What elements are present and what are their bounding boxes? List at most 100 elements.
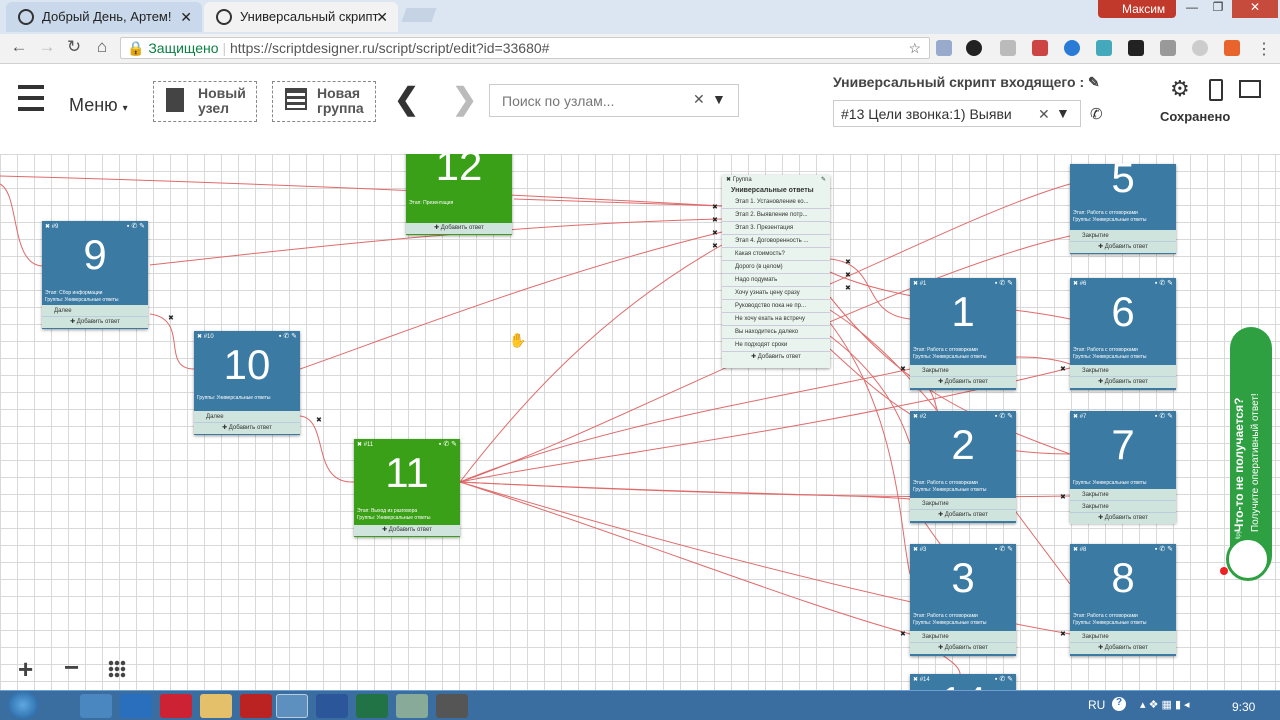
reload-icon[interactable]: ↻ xyxy=(63,37,85,57)
script-node[interactable]: ✖ #1 ▪ ✆ ✎ 1 Этап: Работа с отговорками Г… xyxy=(910,278,1016,390)
script-node[interactable]: ✖ #3 ▪ ✆ ✎ 3 Этап: Работа с отговорками Г… xyxy=(910,544,1016,656)
add-answer-button[interactable]: ✚ Добавить ответ xyxy=(1070,242,1176,253)
node-tools[interactable]: ▪ ✆ ✎ xyxy=(439,440,457,448)
hamburger-icon[interactable] xyxy=(18,85,44,111)
node-tools[interactable]: ▪ ✆ ✎ xyxy=(1155,279,1173,287)
browser-tab[interactable]: Добрый День, Артем! ✕ xyxy=(6,2,202,32)
browser-menu-icon[interactable]: ⋮ xyxy=(1256,39,1272,59)
ie-icon[interactable] xyxy=(120,694,152,718)
extension-icon[interactable] xyxy=(1192,40,1208,56)
excel-icon[interactable] xyxy=(356,694,388,718)
back-icon[interactable]: ← xyxy=(8,37,30,57)
answer-item[interactable]: Закрытие xyxy=(1070,501,1176,513)
answer-item[interactable]: Далее xyxy=(42,305,148,317)
help-icon[interactable]: ? xyxy=(1112,697,1126,711)
answer-item[interactable]: Закрытие xyxy=(1070,631,1176,643)
url-field[interactable]: 🔒 Защищено | https://scriptdesigner.ru/s… xyxy=(120,37,930,59)
answer-item[interactable]: Далее xyxy=(194,411,300,423)
menu-button[interactable]: Меню ▾ xyxy=(69,95,128,116)
answer-item[interactable]: Закрытие xyxy=(1070,489,1176,501)
forward-icon[interactable]: → xyxy=(36,37,58,57)
clear-icon[interactable]: ✕ xyxy=(1038,106,1050,123)
taskbar-app-icon[interactable] xyxy=(80,694,112,718)
clear-icon[interactable]: ✕ xyxy=(693,91,705,108)
script-canvas[interactable]: ✖ ✖ ✖ ✖ ✖ ✖ ✖ ✖ ✖ ✖ ✖ ✖ ✖ ✖ 12 Этап: Пре… xyxy=(0,154,1280,690)
caret-down-icon[interactable]: ▼ xyxy=(1056,105,1070,121)
answer-item[interactable]: Закрытие xyxy=(910,365,1016,377)
group-item[interactable]: Дорого (в целом) xyxy=(722,261,830,274)
zoom-out-icon[interactable]: − xyxy=(64,652,79,683)
group-box[interactable]: ✖ Группа ✎ Универсальные ответы Этап 1. У… xyxy=(722,175,830,368)
script-node[interactable]: ✖ #9 ▪ ✆ ✎ 9 Этап: Сбор информации Группы… xyxy=(42,221,148,329)
answer-item[interactable]: Закрытие xyxy=(910,631,1016,643)
home-icon[interactable]: ⌂ xyxy=(91,37,113,57)
answer-item[interactable]: Закрытие xyxy=(1070,230,1176,242)
node-tools[interactable]: ▪ ✆ ✎ xyxy=(995,279,1013,287)
script-node[interactable]: ✖ #14 ▪ ✆ ✎ 14 xyxy=(910,674,1016,690)
phone-icon[interactable]: ✆ xyxy=(1090,105,1103,123)
maximize-button[interactable]: ❐ xyxy=(1206,0,1230,18)
forward-arrow-icon[interactable]: ❯ xyxy=(452,82,477,117)
close-icon[interactable]: ✕ xyxy=(180,9,192,26)
add-answer-button[interactable]: ✚ Добавить ответ xyxy=(42,317,148,328)
new-group-button[interactable]: Новая группа xyxy=(272,81,376,122)
zoom-in-icon[interactable]: + xyxy=(18,654,33,685)
gear-icon[interactable]: ⚙ xyxy=(1170,76,1190,102)
group-item[interactable]: Какая стоимость? xyxy=(722,248,830,261)
extension-icon[interactable] xyxy=(1064,40,1080,56)
node-tools[interactable]: ▪ ✆ ✎ xyxy=(995,545,1013,553)
group-item[interactable]: Руководство пока не пр... xyxy=(722,300,830,313)
node-tools[interactable]: ▪ ✆ ✎ xyxy=(995,412,1013,420)
clock[interactable]: 9:30 xyxy=(1232,700,1255,714)
group-item[interactable]: Этап 4. Договоренность ... xyxy=(722,235,830,248)
close-window-button[interactable]: ✕ xyxy=(1232,0,1278,18)
new-node-button[interactable]: Новый узел xyxy=(153,81,257,122)
star-icon[interactable]: ☆ xyxy=(908,40,921,57)
node-tools[interactable]: ▪ ✆ ✎ xyxy=(279,332,297,340)
script-node[interactable]: ✖ #7 ▪ ✆ ✎ 7 Группы: Универсальные ответ… xyxy=(1070,411,1176,524)
script-node[interactable]: ✖ #10 ▪ ✆ ✎ 10 Группы: Универсальные отв… xyxy=(194,331,300,435)
script-node[interactable]: ✖ #11 ▪ ✆ ✎ 11 Этап: Выход из разговора Г… xyxy=(354,439,460,537)
grid-icon[interactable] xyxy=(108,660,126,678)
extension-icon[interactable] xyxy=(1000,40,1016,56)
group-item[interactable]: Этап 1. Установление ко... xyxy=(722,196,830,209)
support-widget[interactable]: Callpy Что-то не получается? Получите оп… xyxy=(1226,327,1272,581)
group-item[interactable]: Хочу узнать цену сразу xyxy=(722,287,830,300)
answer-item[interactable]: Закрытие xyxy=(910,498,1016,510)
back-arrow-icon[interactable]: ❮ xyxy=(394,82,419,117)
add-answer-button[interactable]: ✚ Добавить ответ xyxy=(1070,377,1176,388)
folder-icon[interactable] xyxy=(200,694,232,718)
node-tools[interactable]: ▪ ✆ ✎ xyxy=(1155,412,1173,420)
group-item[interactable]: Надо подумать xyxy=(722,274,830,287)
skype-icon[interactable] xyxy=(936,40,952,56)
start-button[interactable] xyxy=(8,691,38,719)
add-answer-button[interactable]: ✚ Добавить ответ xyxy=(910,643,1016,654)
pocket-icon[interactable] xyxy=(1032,40,1048,56)
script-node[interactable]: ✖ #6 ▪ ✆ ✎ 6 Этап: Работа с отговорками Г… xyxy=(1070,278,1176,390)
answer-item[interactable]: Закрытие xyxy=(1070,365,1176,377)
profile-button[interactable]: Максим xyxy=(1098,0,1176,18)
whatsapp-ext-icon[interactable] xyxy=(966,40,982,56)
browser-tab-active[interactable]: Универсальный скрипт ✕ xyxy=(204,2,398,32)
add-answer-button[interactable]: ✚ Добавить ответ xyxy=(406,223,512,234)
operator-avatar-icon[interactable] xyxy=(1226,537,1270,581)
pencil-icon[interactable]: ✎ xyxy=(1088,74,1100,90)
extension-icon[interactable] xyxy=(1096,40,1112,56)
add-answer-button[interactable]: ✚ Добавить ответ xyxy=(1070,643,1176,654)
mobile-icon[interactable] xyxy=(1209,79,1223,101)
caret-down-icon[interactable]: ▼ xyxy=(712,91,726,107)
taskbar-app-icon[interactable] xyxy=(436,694,468,718)
script-node[interactable]: ✖ #2 ▪ ✆ ✎ 2 Этап: Работа с отговорками Г… xyxy=(910,411,1016,523)
script-node[interactable]: 12 Этап: Презентация ✚ Добавить ответ xyxy=(406,154,512,235)
pencil-icon[interactable]: ✎ xyxy=(821,175,826,185)
script-node[interactable]: ✖ #8 ▪ ✆ ✎ 8 Этап: Работа с отговорками Г… xyxy=(1070,544,1176,656)
add-answer-button[interactable]: ✚ Добавить ответ xyxy=(910,377,1016,388)
tray-icons[interactable]: ▴ ❖ ▦ ▮ ◂ xyxy=(1140,698,1190,711)
image-icon[interactable] xyxy=(1239,80,1261,98)
extension-icon[interactable] xyxy=(1160,40,1176,56)
script-node[interactable]: 5 Этап: Работа с отговорками Группы: Унив… xyxy=(1070,154,1176,254)
add-answer-button[interactable]: ✚ Добавить ответ xyxy=(354,525,460,536)
opera-icon[interactable] xyxy=(240,694,272,718)
word-icon[interactable] xyxy=(316,694,348,718)
minimize-button[interactable]: — xyxy=(1180,0,1204,18)
